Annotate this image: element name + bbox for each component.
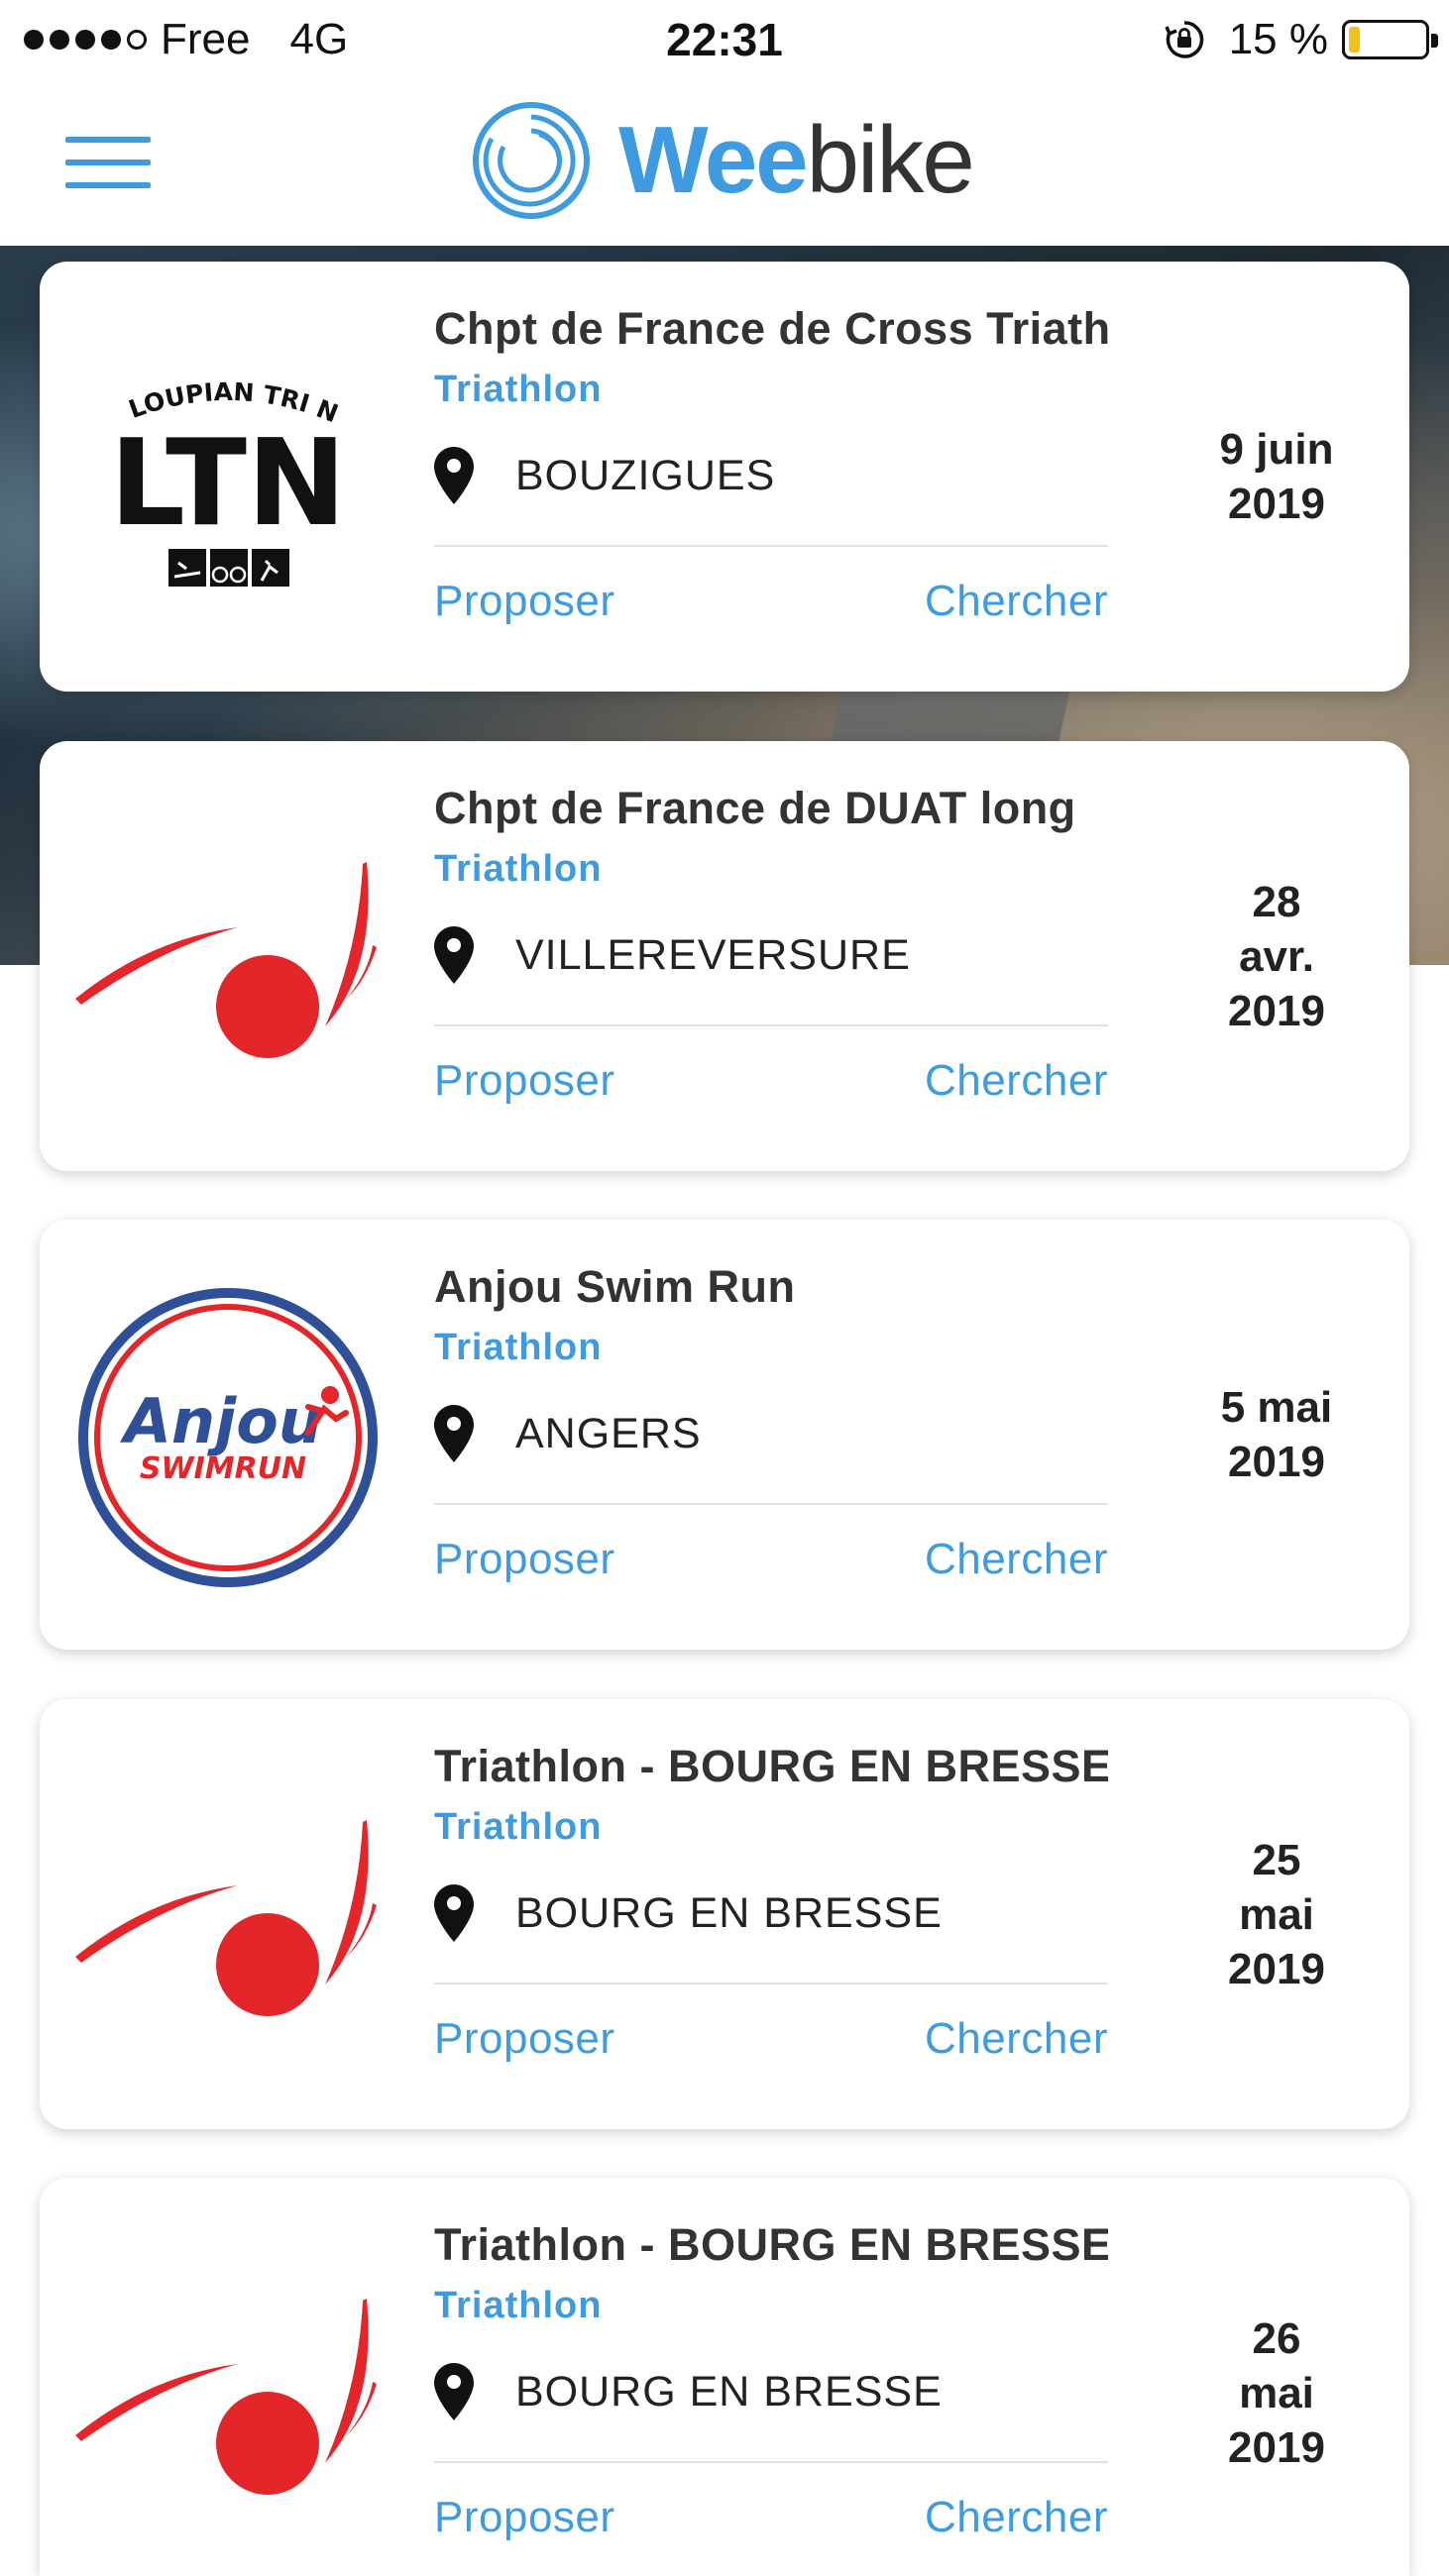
ltn-club-logo: LOUPIAN TRI NATURE LTN bbox=[69, 321, 387, 638]
divider bbox=[434, 1983, 1108, 1985]
rotation-lock-icon bbox=[1165, 21, 1203, 58]
event-info: Chpt de France de Cross Triathlon Triath… bbox=[434, 301, 1108, 646]
propose-button[interactable]: Proposer bbox=[434, 577, 615, 626]
event-date: 28 avr. 2019 bbox=[1228, 877, 1325, 1035]
divider bbox=[434, 545, 1108, 547]
svg-text:Anjou: Anjou bbox=[119, 1385, 322, 1457]
anjou-swimrun-logo: Anjou SWIMRUN bbox=[69, 1279, 387, 1596]
weebike-logo: Weebike bbox=[470, 91, 975, 230]
event-city: BOURG EN BRESSE bbox=[515, 1888, 943, 1937]
location-pin-icon bbox=[434, 1405, 474, 1462]
search-button[interactable]: Chercher bbox=[925, 577, 1108, 626]
event-city: BOURG EN BRESSE bbox=[515, 2367, 943, 2415]
weebike-logo-icon bbox=[473, 102, 590, 219]
event-info: Triathlon - BOURG EN BRESSE Triathlon BO… bbox=[434, 1739, 1108, 2084]
divider bbox=[434, 1024, 1108, 1026]
event-card[interactable]: LOUPIAN TRI NATURE LTN Chpt de France de… bbox=[40, 262, 1409, 692]
event-type: Triathlon bbox=[434, 1806, 603, 1848]
battery-icon bbox=[1342, 20, 1438, 59]
event-location: VILLEREVERSURE bbox=[434, 923, 1108, 987]
event-title: Triathlon - BOURG EN BRESSE bbox=[434, 2219, 1108, 2270]
event-title: Chpt de France de DUAT long bbox=[434, 783, 1076, 833]
event-card[interactable]: Anjou SWIMRUN Anjou Swim Run Triathlon A… bbox=[40, 1220, 1409, 1650]
status-bar: Free 4G 22:31 15 % bbox=[0, 0, 1449, 79]
event-info: Triathlon - BOURG EN BRESSE Triathlon BO… bbox=[434, 2217, 1108, 2562]
location-pin-icon bbox=[434, 1884, 474, 1942]
event-card[interactable]: Chpt de France de DUAT long Triathlon VI… bbox=[40, 741, 1409, 1171]
event-info: Chpt de France de DUAT long Triathlon VI… bbox=[434, 781, 1108, 1126]
location-pin-icon bbox=[434, 2363, 474, 2420]
event-date: 25 mai 2019 bbox=[1228, 1835, 1325, 1993]
search-button[interactable]: Chercher bbox=[925, 2014, 1108, 2064]
divider bbox=[434, 1503, 1108, 1505]
event-info: Anjou Swim Run Triathlon ANGERS Proposer… bbox=[434, 1259, 1108, 1604]
event-title: Anjou Swim Run bbox=[434, 1261, 796, 1312]
event-actions: Proposer Chercher bbox=[434, 2493, 1108, 2562]
location-pin-icon bbox=[434, 447, 474, 504]
event-date: 26 mai 2019 bbox=[1228, 2313, 1325, 2472]
event-type: Triathlon bbox=[434, 369, 603, 410]
event-location: BOUZIGUES bbox=[434, 444, 1108, 507]
battery-percent: 15 % bbox=[1228, 15, 1328, 63]
event-type: Triathlon bbox=[434, 848, 603, 890]
propose-button[interactable]: Proposer bbox=[434, 1535, 615, 1584]
propose-button[interactable]: Proposer bbox=[434, 1056, 615, 1106]
propose-button[interactable]: Proposer bbox=[434, 2014, 615, 2064]
red-swoosh-logo bbox=[69, 801, 387, 1118]
event-date: 9 juin 2019 bbox=[1219, 425, 1334, 528]
event-location: BOURG EN BRESSE bbox=[434, 2360, 1108, 2423]
svg-text:LTN: LTN bbox=[110, 415, 347, 553]
event-card[interactable]: Triathlon - BOURG EN BRESSE Triathlon BO… bbox=[40, 2178, 1409, 2576]
event-location: BOURG EN BRESSE bbox=[434, 1881, 1108, 1945]
event-card[interactable]: Triathlon - BOURG EN BRESSE Triathlon BO… bbox=[40, 1699, 1409, 2129]
search-button[interactable]: Chercher bbox=[925, 1056, 1108, 1106]
propose-button[interactable]: Proposer bbox=[434, 2493, 615, 2542]
location-pin-icon bbox=[434, 926, 474, 984]
event-title: Chpt de France de Cross Triathlon bbox=[434, 303, 1108, 354]
search-button[interactable]: Chercher bbox=[925, 1535, 1108, 1584]
event-city: ANGERS bbox=[515, 1409, 702, 1457]
event-date: 5 mai 2019 bbox=[1220, 1383, 1333, 1486]
app-header: Weebike bbox=[0, 79, 1449, 246]
event-type: Triathlon bbox=[434, 2285, 603, 2326]
event-actions: Proposer Chercher bbox=[434, 2014, 1108, 2084]
event-actions: Proposer Chercher bbox=[434, 1535, 1108, 1604]
event-actions: Proposer Chercher bbox=[434, 1056, 1108, 1126]
red-swoosh-logo bbox=[69, 1759, 387, 2076]
status-right: 15 % bbox=[1164, 12, 1438, 67]
svg-text:SWIMRUN: SWIMRUN bbox=[140, 1451, 306, 1486]
event-actions: Proposer Chercher bbox=[434, 577, 1108, 646]
event-city: VILLEREVERSURE bbox=[515, 930, 911, 979]
red-swoosh-logo bbox=[69, 2237, 387, 2554]
divider bbox=[434, 2461, 1108, 2463]
event-type: Triathlon bbox=[434, 1327, 603, 1368]
event-city: BOUZIGUES bbox=[515, 451, 776, 499]
hamburger-menu-icon[interactable] bbox=[65, 135, 151, 190]
event-location: ANGERS bbox=[434, 1402, 1108, 1465]
event-title: Triathlon - BOURG EN BRESSE bbox=[434, 1741, 1108, 1791]
search-button[interactable]: Chercher bbox=[925, 2493, 1108, 2542]
weebike-wordmark: Weebike bbox=[618, 107, 975, 213]
